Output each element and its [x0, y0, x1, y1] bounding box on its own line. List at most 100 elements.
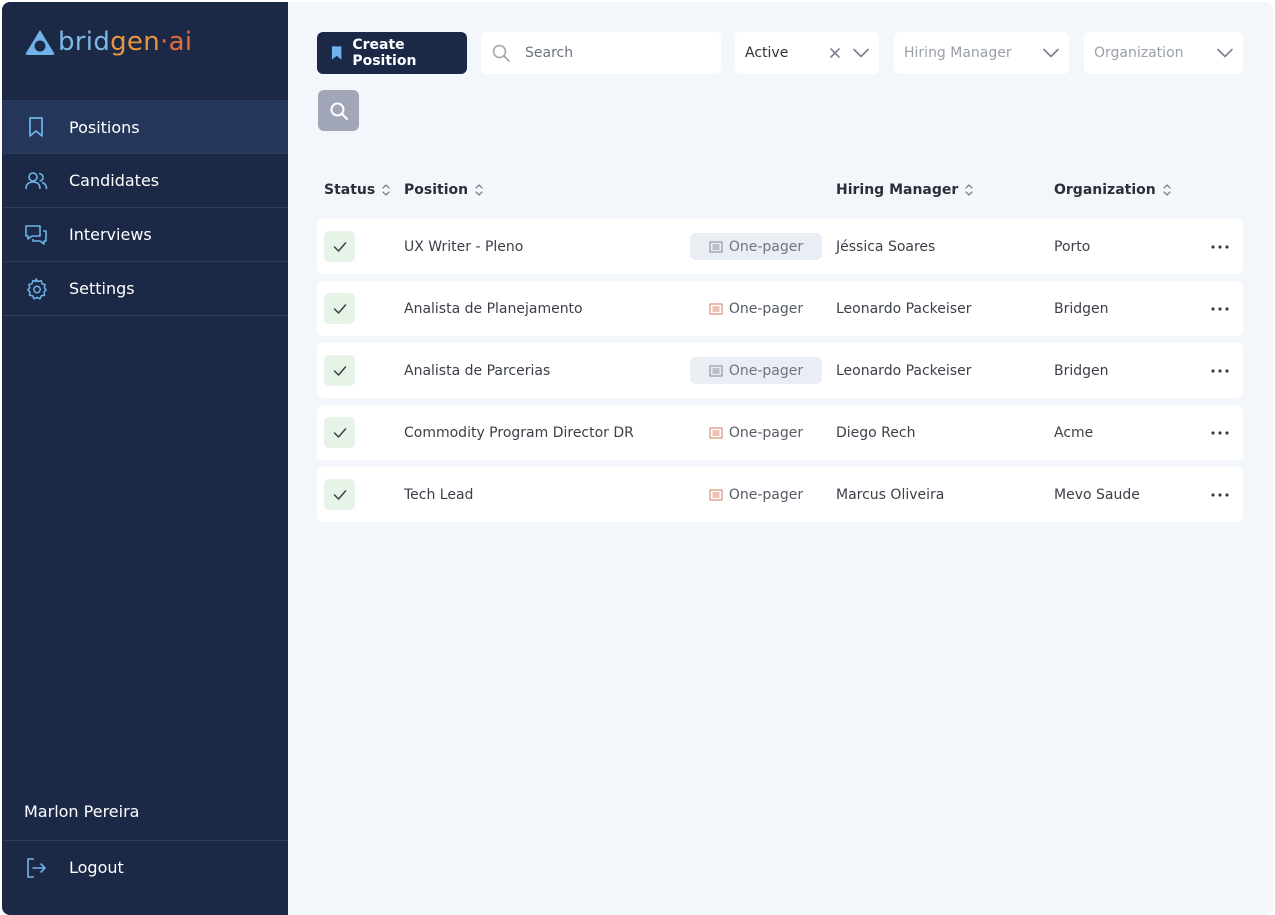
- status-filter-value: Active: [745, 45, 789, 61]
- hiring-manager-placeholder: Hiring Manager: [904, 45, 1012, 61]
- chevron-down-icon: [1217, 48, 1233, 58]
- check-icon: [333, 303, 346, 314]
- hiring-manager-name: Jéssica Soares: [836, 238, 936, 255]
- organization-name: Mevo Saude: [1054, 486, 1140, 503]
- status-active-badge: [324, 417, 355, 448]
- status-filter-select[interactable]: Active: [735, 32, 879, 74]
- check-icon: [333, 365, 346, 376]
- more-options-icon[interactable]: [1209, 233, 1231, 260]
- bookmark-icon: [24, 115, 48, 139]
- hiring-manager-filter-select[interactable]: Hiring Manager: [894, 32, 1069, 74]
- one-pager-link[interactable]: One-pager: [690, 481, 822, 508]
- organization-name: Acme: [1054, 424, 1094, 441]
- sidebar-nav: Positions Candidates Interviews Settings: [2, 100, 288, 316]
- status-active-badge: [324, 293, 355, 324]
- sidebar-item-label: Positions: [69, 117, 140, 137]
- users-icon: [24, 169, 48, 193]
- sidebar-item-label: Candidates: [69, 171, 160, 190]
- column-header-hiring-manager[interactable]: Hiring Manager: [836, 182, 974, 198]
- sidebar-item-positions[interactable]: Positions: [2, 100, 288, 154]
- sidebar-item-label: Interviews: [69, 225, 152, 244]
- sidebar: bridgen·ai Positions Candidates Intervie…: [2, 2, 288, 915]
- table-row[interactable]: Commodity Program Director DR One-pager …: [317, 405, 1243, 460]
- status-active-badge: [324, 479, 355, 510]
- check-icon: [333, 241, 346, 252]
- column-label: Status: [324, 182, 376, 198]
- sort-icon: [1162, 182, 1172, 198]
- brand-logo[interactable]: bridgen·ai: [24, 26, 192, 58]
- document-icon: [709, 240, 723, 253]
- sidebar-item-candidates[interactable]: Candidates: [2, 154, 288, 208]
- more-options-icon[interactable]: [1209, 481, 1231, 508]
- hiring-manager-name: Marcus Oliveira: [836, 486, 945, 503]
- check-icon: [333, 489, 346, 500]
- document-icon: [709, 364, 723, 377]
- clear-icon[interactable]: [829, 47, 841, 59]
- one-pager-link[interactable]: One-pager: [690, 357, 822, 384]
- one-pager-label: One-pager: [728, 300, 804, 317]
- more-options-icon[interactable]: [1209, 357, 1231, 384]
- position-title[interactable]: UX Writer - Pleno: [404, 219, 523, 274]
- organization-placeholder: Organization: [1094, 45, 1184, 61]
- sort-icon: [964, 182, 974, 198]
- create-position-button[interactable]: Create Position: [317, 32, 467, 74]
- position-title[interactable]: Commodity Program Director DR: [404, 405, 634, 460]
- logo-mark-icon: [25, 30, 55, 55]
- status-active-badge: [324, 355, 355, 386]
- one-pager-link[interactable]: One-pager: [690, 295, 822, 322]
- chevron-down-icon: [853, 48, 869, 58]
- logout-button[interactable]: Logout: [2, 840, 288, 894]
- gear-icon: [24, 277, 48, 301]
- one-pager-label: One-pager: [728, 486, 804, 503]
- column-label: Position: [404, 182, 469, 198]
- column-header-position[interactable]: Position: [404, 182, 484, 198]
- table-header: Status Position Hiring Manager Organizat…: [288, 182, 1273, 202]
- one-pager-link[interactable]: One-pager: [690, 233, 822, 260]
- status-active-badge: [324, 231, 355, 262]
- create-position-label: Create Position: [352, 37, 417, 69]
- organization-name: Bridgen: [1054, 362, 1109, 379]
- organization-name: Porto: [1054, 238, 1091, 255]
- sidebar-item-interviews[interactable]: Interviews: [2, 208, 288, 262]
- table-row[interactable]: Analista de Parcerias One-pager Leonardo…: [317, 343, 1243, 398]
- search-field[interactable]: [481, 32, 721, 74]
- one-pager-label: One-pager: [728, 238, 804, 255]
- search-icon: [330, 102, 348, 120]
- one-pager-label: One-pager: [728, 424, 804, 441]
- sort-icon: [381, 182, 391, 198]
- organization-name: Bridgen: [1054, 300, 1109, 317]
- sidebar-item-settings[interactable]: Settings: [2, 262, 288, 316]
- one-pager-label: One-pager: [728, 362, 804, 379]
- check-icon: [333, 427, 346, 438]
- one-pager-link[interactable]: One-pager: [690, 419, 822, 446]
- more-options-icon[interactable]: [1209, 295, 1231, 322]
- brand-name: bridgen·ai: [58, 27, 193, 57]
- search-button[interactable]: [318, 90, 359, 131]
- main-content: Create Position Active Hiring Manager Or…: [288, 2, 1273, 915]
- organization-filter-select[interactable]: Organization: [1084, 32, 1243, 74]
- document-icon: [709, 302, 723, 315]
- document-icon: [709, 488, 723, 501]
- logout-label: Logout: [69, 858, 124, 877]
- hiring-manager-name: Diego Rech: [836, 424, 916, 441]
- hiring-manager-name: Leonardo Packeiser: [836, 362, 972, 379]
- sort-icon: [474, 182, 484, 198]
- search-input[interactable]: [525, 45, 705, 61]
- search-icon: [492, 44, 510, 62]
- table-row[interactable]: UX Writer - Pleno One-pager Jéssica Soar…: [317, 219, 1243, 274]
- user-name: Marlon Pereira: [24, 802, 140, 821]
- table-row[interactable]: Tech Lead One-pager Marcus Oliveira Mevo…: [317, 467, 1243, 522]
- position-title[interactable]: Tech Lead: [404, 467, 473, 522]
- chevron-down-icon: [1043, 48, 1059, 58]
- table-row[interactable]: Analista de Planejamento One-pager Leona…: [317, 281, 1243, 336]
- logout-icon: [24, 856, 48, 880]
- column-header-organization[interactable]: Organization: [1054, 182, 1172, 198]
- more-options-icon[interactable]: [1209, 419, 1231, 446]
- document-icon: [709, 426, 723, 439]
- position-title[interactable]: Analista de Planejamento: [404, 281, 583, 336]
- bookmark-icon: [331, 46, 342, 60]
- hiring-manager-name: Leonardo Packeiser: [836, 300, 972, 317]
- chat-icon: [24, 223, 48, 247]
- column-header-status[interactable]: Status: [324, 182, 391, 198]
- position-title[interactable]: Analista de Parcerias: [404, 343, 550, 398]
